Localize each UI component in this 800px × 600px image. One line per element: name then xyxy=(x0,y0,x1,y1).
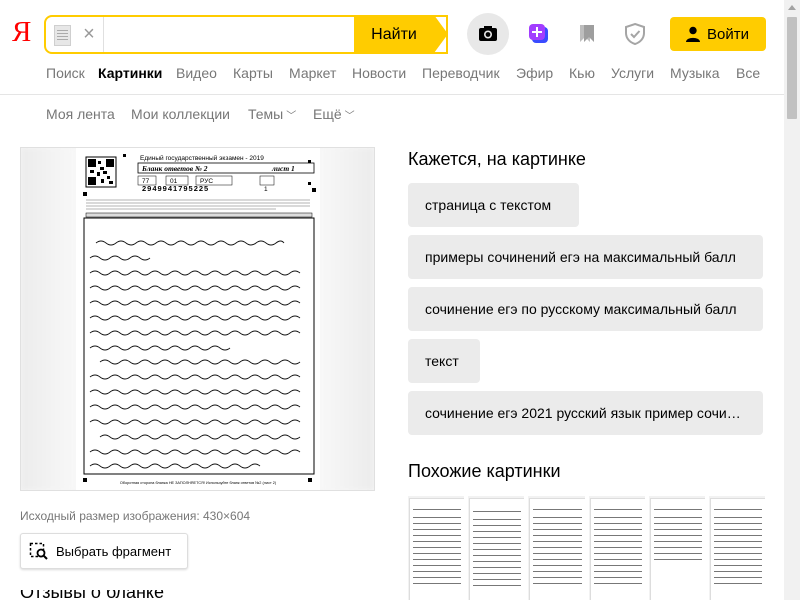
search-image-thumbnail[interactable] xyxy=(54,25,71,46)
sheet-footer: Оборотная сторона бланка НЕ ЗАПОЛНЯЕТСЯ!… xyxy=(120,481,277,485)
image-size-info: Исходный размер изображения: 430×604 xyxy=(20,509,251,523)
crop-search-icon xyxy=(29,542,48,560)
tag-chip[interactable]: примеры сочинений егэ на максимальный ба… xyxy=(408,235,763,279)
select-fragment-label: Выбрать фрагмент xyxy=(56,544,172,559)
seems-heading: Кажется, на картинке xyxy=(408,149,586,169)
my-feed-link[interactable]: Моя лента xyxy=(46,106,115,122)
similar-image[interactable] xyxy=(709,496,765,600)
preview-blur-left xyxy=(21,148,76,490)
sheet-barcode: 2949941795225 xyxy=(142,184,209,193)
search-separator xyxy=(103,17,104,52)
themes-dropdown[interactable]: Темы ﹀ xyxy=(248,106,296,122)
clear-icon[interactable]: × xyxy=(79,24,99,44)
scroll-thumb[interactable] xyxy=(787,17,797,119)
nav-item-images[interactable]: Картинки xyxy=(98,65,162,81)
user-icon xyxy=(686,26,700,42)
similar-image[interactable] xyxy=(649,496,705,600)
select-fragment-button[interactable]: Выбрать фрагмент xyxy=(20,533,188,569)
collections-plus-icon[interactable] xyxy=(527,22,551,46)
form-title: Бланк ответов № 2 xyxy=(141,164,208,173)
tag-chip[interactable]: сочинение егэ 2021 русский язык пример с… xyxy=(408,391,763,435)
similar-image[interactable] xyxy=(468,496,524,600)
qr-code xyxy=(85,156,117,188)
nav-item-video[interactable]: Видео xyxy=(176,65,217,81)
nav-item-q[interactable]: Кью xyxy=(569,65,595,81)
camera-icon xyxy=(479,26,497,41)
nav-item-all[interactable]: Все xyxy=(736,65,760,81)
nav-item-efir[interactable]: Эфир xyxy=(516,65,553,81)
similar-image[interactable] xyxy=(408,496,464,600)
nav-divider xyxy=(0,94,784,95)
yandex-logo[interactable]: Я xyxy=(12,18,31,47)
similar-heading: Похожие картинки xyxy=(408,461,561,481)
similar-image[interactable] xyxy=(528,496,585,600)
nav-item-news[interactable]: Новости xyxy=(352,65,406,81)
more-dropdown[interactable]: Ещё ﹀ xyxy=(313,106,355,122)
nav-item-market[interactable]: Маркет xyxy=(289,65,336,81)
tag-chip[interactable]: сочинение егэ по русскому максимальный б… xyxy=(408,287,763,331)
nav-item-services[interactable]: Услуги xyxy=(611,65,654,81)
preview-blur-right xyxy=(319,148,374,490)
nav-item-search[interactable]: Поиск xyxy=(46,65,85,81)
find-button-arrow xyxy=(434,15,448,53)
similar-image[interactable] xyxy=(589,496,645,600)
chevron-down-icon: ﹀ xyxy=(344,111,355,122)
sheet-drawing: Единый государственный экзамен - 2019 Бл… xyxy=(83,154,316,485)
image-preview[interactable]: Единый государственный экзамен - 2019 Бл… xyxy=(20,147,375,491)
shield-icon[interactable] xyxy=(623,22,647,46)
themes-label: Темы xyxy=(248,106,284,122)
nav-item-translator[interactable]: Переводчик xyxy=(422,65,500,81)
exam-title: Единый государственный экзамен - 2019 xyxy=(140,154,264,162)
find-button[interactable]: Найти xyxy=(354,15,434,54)
sheet-label: лист 1 xyxy=(271,164,295,173)
handwriting xyxy=(89,240,301,469)
tag-chip[interactable]: текст xyxy=(408,339,480,383)
tag-chip[interactable]: страница с текстом xyxy=(408,183,579,227)
scroll-up-arrow[interactable] xyxy=(788,5,796,10)
bottom-heading: Отзывы о бланке xyxy=(20,590,164,600)
camera-search-button[interactable] xyxy=(467,13,509,55)
answer-sheet-image: Единый государственный экзамен - 2019 Бл… xyxy=(76,148,320,490)
svg-text:1: 1 xyxy=(264,186,268,193)
nav-item-music[interactable]: Музыка xyxy=(670,65,720,81)
chevron-down-icon: ﹀ xyxy=(286,111,297,122)
my-collections-link[interactable]: Мои коллекции xyxy=(131,106,230,122)
login-button[interactable]: Войти xyxy=(670,17,766,51)
bottom-heading-cut: Отзывы о бланке xyxy=(20,590,180,600)
more-label: Ещё xyxy=(313,106,342,122)
login-label: Войти xyxy=(707,26,749,43)
page-scrollbar[interactable] xyxy=(784,0,800,600)
nav-item-maps[interactable]: Карты xyxy=(233,65,273,81)
bookmark-icon[interactable] xyxy=(575,22,599,46)
